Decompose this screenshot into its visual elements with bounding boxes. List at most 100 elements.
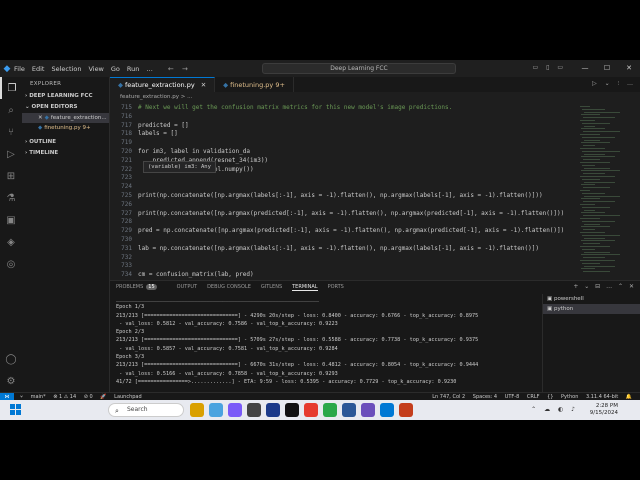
code-line[interactable]: pred = np.concatenate([np.argmax(predict…: [138, 227, 564, 234]
minimap-line: [581, 212, 605, 214]
vscode-taskbar-icon[interactable]: [380, 403, 394, 417]
minimap-line: [584, 209, 595, 211]
tab-feature-extraction[interactable]: ◆ feature_extraction.py ✕: [110, 77, 216, 92]
docker-icon[interactable]: ◈: [0, 231, 22, 253]
line-number: 724: [121, 183, 132, 191]
app-icon[interactable]: [342, 403, 356, 417]
panel-tabs: PROBLEMS 15 OUTPUT DEBUG CONSOLE GITLENS TERM…: [110, 281, 640, 293]
minimap-line: [583, 243, 600, 245]
code-line[interactable]: # Next we will get the confusion matrix …: [138, 104, 452, 111]
app-icon[interactable]: [399, 403, 413, 417]
open-editor-item[interactable]: ◆ finetuning.py 9+: [22, 123, 109, 133]
code-line[interactable]: for im3, label in validation_da: [138, 148, 250, 155]
terminal-instance-powershell[interactable]: ▣ powershell: [543, 294, 640, 304]
menu-item[interactable]: Selection: [51, 65, 81, 73]
windows-start-icon[interactable]: [10, 404, 22, 416]
branch-status[interactable]: ⑂ main*: [20, 394, 46, 400]
code-line[interactable]: lab = np.concatenate([np.argmax(labels[:…: [138, 245, 539, 252]
code-line[interactable]: labels = []: [138, 130, 178, 137]
app-icon[interactable]: [361, 403, 375, 417]
tiktok-icon[interactable]: [285, 403, 299, 417]
problems-status[interactable]: ⊗ 1 ⚠ 14: [53, 394, 76, 400]
extensions-icon[interactable]: ⊞: [0, 165, 22, 187]
terminal-instance-python[interactable]: ▣ python: [543, 304, 640, 314]
close-icon[interactable]: ✕: [38, 115, 43, 121]
code-line[interactable]: print(np.concatenate([np.argmax(labels[:…: [138, 192, 543, 199]
tab-finetuning[interactable]: ◆ finetuning.py 9+: [215, 77, 294, 92]
maximize-icon[interactable]: ☐: [596, 60, 618, 77]
minimap-line: [582, 136, 615, 138]
menu-item[interactable]: View: [88, 65, 103, 73]
chrome-icon[interactable]: [323, 403, 337, 417]
terminal-line: 41/72 [================>.............] -…: [116, 378, 457, 385]
minimap-line: [583, 117, 615, 119]
code-line[interactable]: print(np.concatenate([np.argmax(predicte…: [138, 210, 564, 217]
nav-arrows-icon[interactable]: ← →: [168, 65, 191, 73]
workspace-section[interactable]: › DEEP LEARNING FCC: [22, 91, 109, 102]
taskbar-search[interactable]: ⌕ Search: [108, 403, 184, 417]
app-icon[interactable]: [266, 403, 280, 417]
close-icon[interactable]: ✕: [201, 81, 206, 89]
minimap[interactable]: [578, 102, 634, 282]
app-icon[interactable]: [228, 403, 242, 417]
minimap-line: [582, 150, 620, 152]
panel-tab-output[interactable]: OUTPUT: [177, 284, 197, 290]
source-control-icon[interactable]: ⑂: [0, 121, 22, 143]
timeline-section[interactable]: › TIMELINE: [22, 148, 109, 159]
edge-icon[interactable]: [209, 403, 223, 417]
breadcrumb[interactable]: feature_extraction.py > ...: [110, 92, 192, 102]
open-editors-section[interactable]: ⌄ OPEN EDITORS: [22, 102, 109, 113]
minimap-line: [580, 162, 610, 163]
minimap-line: [580, 176, 615, 177]
minimap-line: [584, 265, 615, 267]
minimap-line: [582, 164, 595, 166]
terminal-output[interactable]: ________________________________________…: [116, 295, 541, 391]
explorer-icon[interactable]: ❐: [0, 77, 22, 99]
launchpad-status[interactable]: 🚀 Launchpad: [100, 394, 141, 400]
panel-tab-problems[interactable]: PROBLEMS 15: [116, 284, 167, 290]
code-line[interactable]: cm = confusion_matrix(lab, pred): [138, 271, 254, 278]
panel-tab-gitlens[interactable]: GITLENS: [261, 284, 282, 290]
menu-item[interactable]: Run: [127, 65, 139, 73]
minimap-line: [584, 167, 610, 169]
run-debug-icon[interactable]: ▷: [0, 143, 22, 165]
terminal-line: - val_loss: 0.5857 - val_accuracy: 0.758…: [116, 345, 338, 352]
app-icon[interactable]: [247, 403, 261, 417]
remote-explorer-icon[interactable]: ▣: [0, 209, 22, 231]
panel-tab-debug-console[interactable]: DEBUG CONSOLE: [207, 284, 251, 290]
minimize-icon[interactable]: —: [574, 60, 596, 77]
open-editor-item[interactable]: ✕ ◆ feature_extraction...: [22, 113, 109, 123]
minimap-line: [581, 184, 595, 186]
app-icon[interactable]: [304, 403, 318, 417]
search-icon[interactable]: ⌕: [0, 99, 22, 121]
command-center-search[interactable]: Deep Learning FCC: [262, 63, 456, 74]
panel-controls-icon[interactable]: + ⌄ ⊟ … ⌃ ✕: [573, 283, 636, 290]
minimap-line: [581, 268, 595, 270]
system-tray-icons[interactable]: ⌃ ☁ ◐ ♪: [531, 406, 578, 413]
minimap-line: [580, 148, 605, 149]
line-number: 730: [121, 236, 132, 243]
explorer-title: EXPLORER: [30, 81, 62, 87]
close-icon[interactable]: ✕: [618, 60, 640, 77]
outline-section[interactable]: › OUTLINE: [22, 137, 109, 148]
menu-item[interactable]: File: [14, 65, 25, 73]
editor-actions-icon[interactable]: ▷ ⌄ ⫶ …: [592, 80, 636, 88]
layout-controls-icon[interactable]: ▭ ▯ ▭: [533, 64, 566, 71]
clock[interactable]: 2:28 PM 9/15/2024: [590, 403, 618, 417]
gitlens-icon[interactable]: ◎: [0, 253, 22, 275]
menu-item[interactable]: …: [146, 65, 153, 73]
testing-icon[interactable]: ⚗: [0, 187, 22, 209]
menu-bar: File Edit Selection View Go Run …: [14, 65, 160, 73]
menu-item[interactable]: Edit: [32, 65, 45, 73]
file-explorer-icon[interactable]: [190, 403, 204, 417]
menu-item[interactable]: Go: [111, 65, 120, 73]
ports-status[interactable]: ⊘ 0: [84, 394, 93, 400]
gear-icon[interactable]: ⚙: [0, 370, 22, 392]
panel-tab-ports[interactable]: PORTS: [328, 284, 344, 290]
account-icon[interactable]: ◯: [0, 348, 22, 370]
code-line[interactable]: predicted = []: [138, 122, 189, 129]
line-number: 720: [121, 148, 132, 155]
code-editor[interactable]: 715 # Next we will get the confusion matr…: [110, 102, 578, 282]
vscode-window: ◆ File Edit Selection View Go Run … ← → Deep L…: [0, 60, 640, 420]
panel-tab-terminal[interactable]: TERMINAL: [292, 284, 318, 291]
